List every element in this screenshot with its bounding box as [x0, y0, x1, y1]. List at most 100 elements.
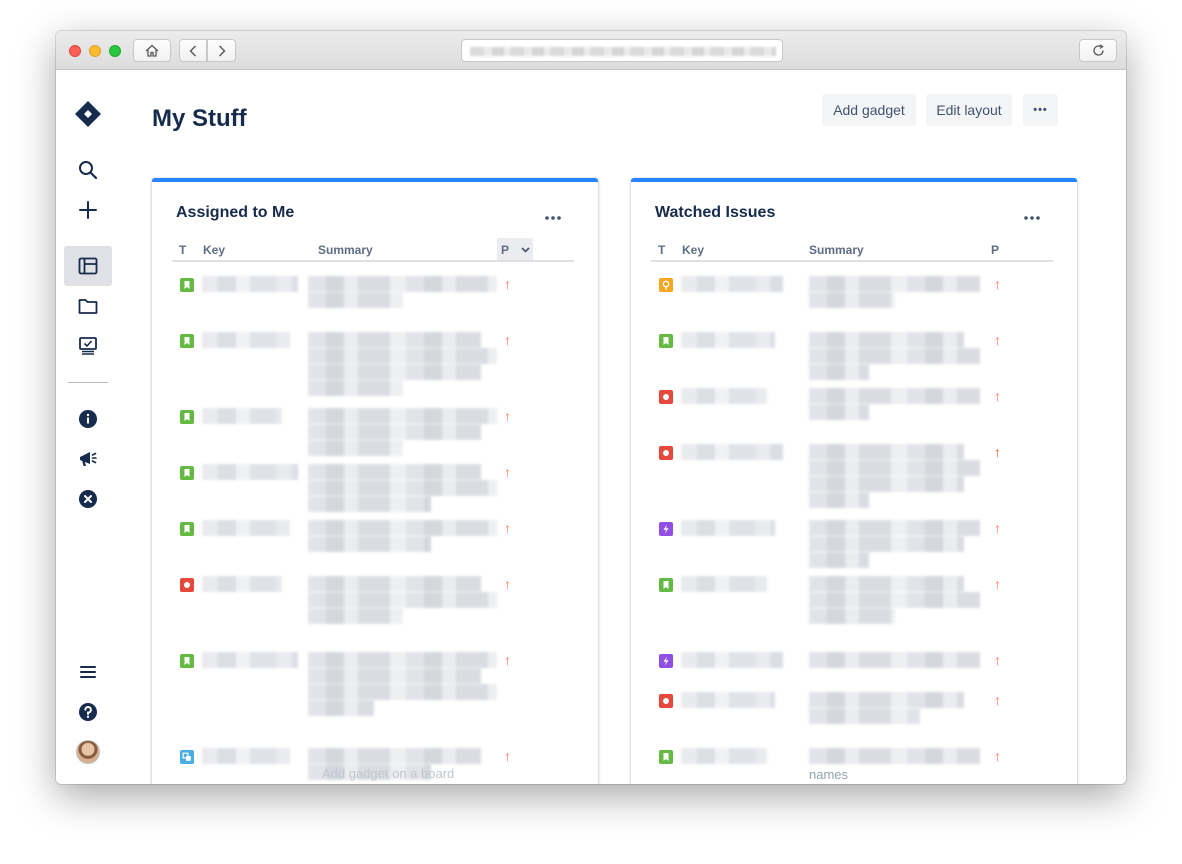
issue-key-redacted[interactable] [681, 652, 783, 668]
zoom-window-button[interactable] [109, 45, 121, 57]
issue-summary-redacted[interactable] [308, 332, 481, 348]
column-summary[interactable]: Summary [809, 243, 864, 257]
issue-key-redacted[interactable] [681, 520, 775, 536]
issue-summary-redacted[interactable] [308, 292, 403, 308]
column-key[interactable]: Key [682, 243, 704, 257]
close-button[interactable] [64, 479, 112, 519]
issue-key-redacted[interactable] [681, 388, 767, 404]
issue-summary-redacted[interactable] [809, 592, 980, 608]
folder-icon [78, 299, 98, 314]
issue-key-redacted[interactable] [681, 692, 775, 708]
issue-key-redacted[interactable] [202, 276, 298, 292]
forward-button[interactable] [207, 39, 236, 62]
issue-summary-redacted[interactable] [809, 536, 964, 552]
more-actions-button[interactable]: ••• [1023, 94, 1058, 126]
issue-summary-redacted[interactable] [809, 364, 869, 380]
issue-summary-redacted[interactable] [308, 424, 481, 440]
help-button[interactable] [64, 692, 112, 732]
sort-chevron-down-icon[interactable] [521, 247, 530, 253]
issue-summary-redacted[interactable] [809, 292, 895, 308]
issue-summary-redacted[interactable] [809, 576, 964, 592]
issue-summary-redacted[interactable] [308, 592, 497, 608]
issue-summary-redacted[interactable] [308, 380, 403, 396]
issue-summary-redacted[interactable] [809, 276, 980, 292]
issue-summary-redacted[interactable] [308, 536, 431, 552]
column-type[interactable]: T [658, 243, 665, 257]
edit-layout-button[interactable]: Edit layout [926, 94, 1012, 126]
gadget-more-button[interactable] [1023, 208, 1041, 226]
issue-key-redacted[interactable] [202, 748, 290, 764]
story-issue-type-icon [180, 410, 194, 424]
issue-key-redacted[interactable] [202, 464, 298, 480]
gadget-footer-text: Add gadget on a board [322, 766, 455, 781]
issue-summary-redacted[interactable] [809, 476, 964, 492]
issue-key-redacted[interactable] [681, 276, 783, 292]
bug-issue-type-icon [659, 390, 673, 404]
issue-summary-redacted[interactable] [809, 404, 869, 420]
issue-key-redacted[interactable] [202, 408, 282, 424]
issue-summary-redacted[interactable] [809, 444, 964, 460]
close-window-button[interactable] [69, 45, 81, 57]
whats-new-button[interactable] [64, 439, 112, 479]
issue-summary-redacted[interactable] [308, 408, 497, 424]
issue-key-redacted[interactable] [202, 576, 282, 592]
issue-summary-redacted[interactable] [809, 552, 869, 568]
dashboards-nav[interactable] [64, 246, 112, 286]
issue-summary-redacted[interactable] [308, 748, 481, 764]
issue-summary-redacted[interactable] [809, 348, 980, 364]
issue-summary-redacted[interactable] [809, 692, 964, 708]
boards-nav[interactable] [64, 326, 112, 366]
issue-key-redacted[interactable] [681, 332, 775, 348]
priority-high-icon: ↑ [504, 748, 511, 764]
issue-summary-redacted[interactable] [809, 652, 980, 668]
search-button[interactable] [64, 150, 112, 190]
issue-key-redacted[interactable] [681, 576, 767, 592]
issue-summary-redacted[interactable] [809, 332, 964, 348]
issue-summary-redacted[interactable] [308, 576, 481, 592]
home-button[interactable] [133, 39, 171, 62]
issue-summary-redacted[interactable] [308, 520, 497, 536]
issue-summary-redacted[interactable] [308, 440, 403, 456]
issue-summary-redacted[interactable] [308, 348, 497, 364]
issue-summary-redacted[interactable] [308, 684, 497, 700]
issue-summary-redacted[interactable] [308, 496, 431, 512]
issue-key-redacted[interactable] [202, 520, 290, 536]
column-priority[interactable]: P [501, 243, 509, 257]
add-gadget-button[interactable]: Add gadget [822, 94, 916, 126]
issue-summary-redacted[interactable] [308, 276, 497, 292]
column-type[interactable]: T [179, 243, 186, 257]
jira-logo[interactable] [64, 94, 112, 134]
issue-summary-redacted[interactable] [809, 388, 980, 404]
column-key[interactable]: Key [203, 243, 225, 257]
issue-summary-redacted[interactable] [809, 748, 980, 764]
profile-button[interactable] [64, 732, 112, 772]
address-bar[interactable] [461, 39, 783, 62]
issue-summary-redacted[interactable] [308, 652, 497, 668]
issue-key-redacted[interactable] [681, 444, 783, 460]
menu-button[interactable] [64, 652, 112, 692]
issue-summary-redacted[interactable] [809, 608, 895, 624]
issue-summary-redacted[interactable] [308, 700, 374, 716]
reload-button[interactable] [1079, 39, 1117, 62]
issue-summary-redacted[interactable] [809, 708, 920, 724]
minimize-window-button[interactable] [89, 45, 101, 57]
gadget-more-button[interactable] [544, 208, 562, 226]
issue-summary-redacted[interactable] [308, 364, 481, 380]
avatar [76, 740, 100, 764]
create-button[interactable] [64, 190, 112, 230]
issue-summary-redacted[interactable] [308, 480, 497, 496]
issue-summary-redacted[interactable] [809, 492, 869, 508]
issue-summary-redacted[interactable] [809, 460, 980, 476]
issue-key-redacted[interactable] [681, 748, 767, 764]
column-priority[interactable]: P [991, 243, 999, 257]
issue-key-redacted[interactable] [202, 332, 290, 348]
projects-nav[interactable] [64, 286, 112, 326]
back-button[interactable] [179, 39, 207, 62]
info-button[interactable] [64, 399, 112, 439]
issue-summary-redacted[interactable] [308, 668, 481, 684]
column-summary[interactable]: Summary [318, 243, 373, 257]
issue-summary-redacted[interactable] [809, 520, 980, 536]
issue-summary-redacted[interactable] [308, 464, 481, 480]
issue-summary-redacted[interactable] [308, 608, 403, 624]
issue-key-redacted[interactable] [202, 652, 298, 668]
